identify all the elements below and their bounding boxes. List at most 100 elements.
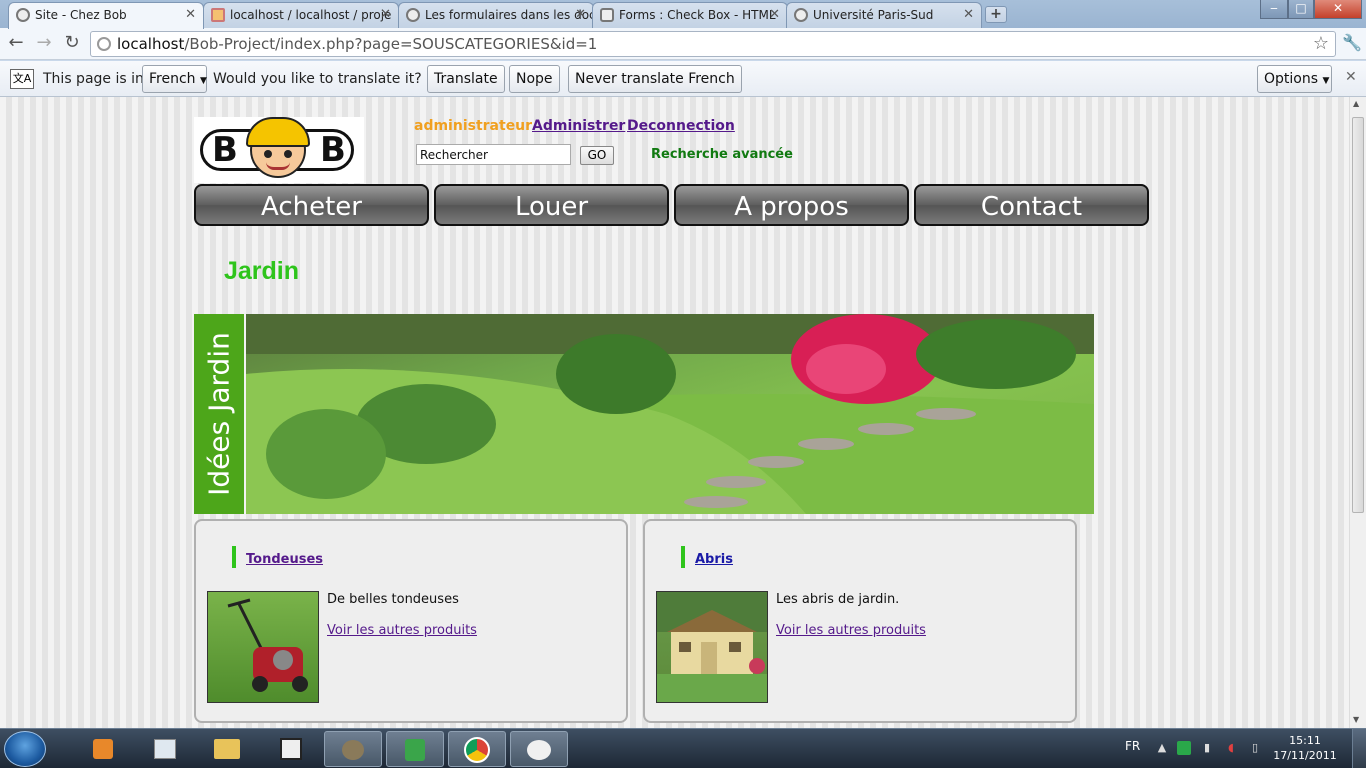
search-input[interactable] [416,144,571,165]
card-description: De belles tondeuses [327,592,459,607]
banner-side-text: Idées Jardin [202,332,236,496]
address-bar[interactable]: localhost/Bob-Project/index.php?page=SOU… [90,31,1336,57]
username-label: administrateur [414,118,533,134]
card-description: Les abris de jardin. [776,592,900,607]
close-infobar-icon[interactable]: ✕ [1345,69,1357,85]
power-icon[interactable]: ▯ [1248,741,1262,755]
wrench-icon[interactable]: 🔧 [1340,32,1364,54]
close-tab-icon[interactable]: ✕ [963,3,974,27]
minimize-button[interactable]: ‒ [1260,0,1288,19]
card-title-link[interactable]: Abris [695,552,733,567]
banner-side-strip: Idées Jardin [194,314,244,514]
scroll-down-icon[interactable]: ▼ [1353,715,1359,724]
menu-louer[interactable]: Louer [434,184,669,226]
start-button[interactable] [4,731,46,767]
system-clock[interactable]: 15:11 17/11/2011 [1270,733,1340,763]
tab-site-chez-bob[interactable]: Site - Chez Bob ✕ [8,2,204,29]
globe-icon [16,8,30,22]
card-accent-bar [232,546,236,568]
url-text[interactable]: localhost/Bob-Project/index.php?page=SOU… [117,32,597,56]
logo-smile [266,162,290,170]
language-select-value: French [149,71,196,87]
options-button[interactable]: Options ▼ [1257,65,1332,93]
tab-title: Les formulaires dans les doc [425,8,594,22]
card-title-link[interactable]: Tondeuses [246,552,323,567]
vertical-scrollbar[interactable]: ▲ ▼ [1349,97,1366,728]
lawnmower-image[interactable] [207,591,319,703]
tab-formulaires[interactable]: Les formulaires dans les doc ✕ [398,2,594,28]
show-hidden-icons[interactable]: ▲ [1155,741,1169,755]
globe-icon [794,8,808,22]
card-accent-bar [681,546,685,568]
explorer-folder-icon[interactable] [198,731,256,767]
product-card-tondeuses: Tondeuses De belles tondeuses Voir les a… [194,519,628,723]
product-card-abris: Abris Les abris de jardin. Voir les autr… [643,519,1077,723]
language-select[interactable]: French ▼ [142,65,207,93]
bob-logo[interactable]: B B [194,117,364,183]
bob-app-icon[interactable] [262,731,320,767]
scrollbar-thumb[interactable] [1352,117,1364,513]
media-player-icon[interactable] [74,731,132,767]
network-tool-icon[interactable] [386,731,444,767]
network-signal-icon[interactable]: ▮ [1200,741,1214,755]
windows-taskbar: FR ▲ ▮ ◖ ▯ 15:11 17/11/2011 [0,728,1366,768]
options-label: Options [1264,71,1319,87]
url-host: localhost [117,35,185,53]
logout-link[interactable]: Deconnection [627,118,735,134]
advanced-search-link[interactable]: Recherche avancée [651,147,793,162]
logo-letter-b-left: B [212,130,238,170]
menu-contact[interactable]: Contact [914,184,1149,226]
close-tab-icon[interactable]: ✕ [380,3,391,27]
volume-muted-icon[interactable]: ◖ [1224,741,1238,755]
close-tab-icon[interactable]: ✕ [769,3,780,27]
see-more-link[interactable]: Voir les autres produits [327,623,477,638]
go-button[interactable]: GO [580,146,614,165]
tab-universite[interactable]: Université Paris-Sud ✕ [786,2,982,28]
tab-title: Université Paris-Sud [813,8,934,22]
tab-title: Site - Chez Bob [35,8,127,22]
tab-phpmyadmin[interactable]: localhost / localhost / proje ✕ [203,2,399,28]
close-window-button[interactable]: ✕ [1314,0,1362,19]
translate-button[interactable]: Translate [427,65,505,93]
tab-title: Forms : Check Box - HTML [619,8,776,22]
notepad-icon[interactable] [136,731,194,767]
nope-button[interactable]: Nope [509,65,560,93]
translate-infobar: 文A This page is in French ▼ Would you li… [0,61,1366,97]
url-path: /Bob-Project/index.php?page=SOUSCATEGORI… [184,35,598,53]
maximize-button[interactable]: □ [1288,0,1314,19]
never-translate-button[interactable]: Never translate French [568,65,742,93]
see-more-link[interactable]: Voir les autres produits [776,623,926,638]
garden-shed-image[interactable] [656,591,768,703]
scroll-up-icon[interactable]: ▲ [1353,99,1359,108]
logo-hard-hat [246,117,310,147]
tray-app-icon[interactable] [1177,741,1191,755]
close-tab-icon[interactable]: ✕ [575,3,586,27]
tab-strip: Site - Chez Bob ✕ localhost / localhost … [0,0,1366,29]
back-icon[interactable]: ← [4,32,28,54]
admin-link[interactable]: Administrer [532,118,625,134]
logo-eye [264,150,272,158]
garden-banner: Idées Jardin [194,314,1094,514]
clock-date: 17/11/2011 [1273,749,1337,762]
paint-icon[interactable] [510,731,568,767]
reload-icon[interactable]: ↻ [60,32,84,54]
close-tab-icon[interactable]: ✕ [185,3,196,27]
show-desktop-button[interactable] [1352,729,1366,768]
garden-photo [246,314,1094,514]
tab-title: localhost / localhost / proje [230,8,392,22]
chrome-icon[interactable] [448,731,506,767]
gimp-icon[interactable] [324,731,382,767]
translate-icon: 文A [10,69,34,89]
garden-shed-art [657,592,767,702]
clock-time: 15:11 [1289,734,1321,747]
globe-icon [406,8,420,22]
forward-icon[interactable]: → [32,32,56,54]
bookmark-star-icon[interactable]: ☆ [1313,33,1329,54]
chevron-down-icon: ▼ [200,76,207,86]
tab-forms-checkbox[interactable]: Forms : Check Box - HTML ✕ [592,2,788,28]
menu-acheter[interactable]: Acheter [194,184,429,226]
new-tab-button[interactable]: + [985,6,1007,23]
chevron-down-icon: ▼ [1322,76,1330,86]
language-indicator[interactable]: FR [1125,739,1140,753]
menu-a-propos[interactable]: A propos [674,184,909,226]
